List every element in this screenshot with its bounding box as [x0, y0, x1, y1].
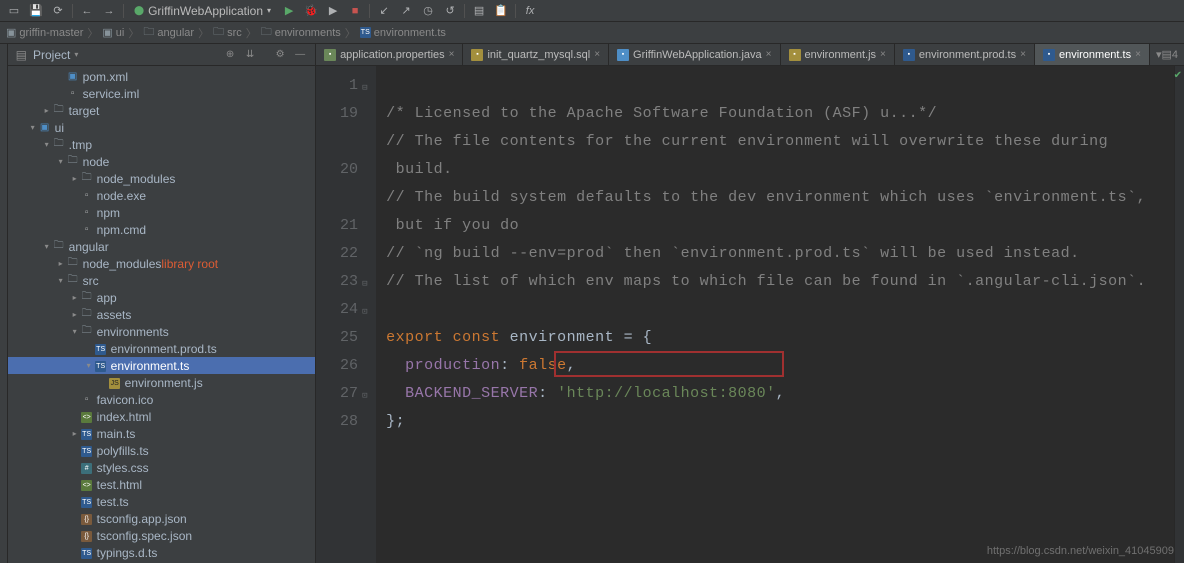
open-icon[interactable]: ▭ — [6, 3, 22, 19]
breadcrumb-item[interactable]: 🗀environments — [261, 23, 341, 42]
tree-row[interactable]: TSmain.ts — [8, 425, 315, 442]
project-panel-header: ▤ Project ⊕ ⇊ ⚙ — — [8, 44, 315, 66]
editor-tab[interactable]: ▪init_quartz_mysql.sql× — [463, 44, 609, 65]
left-tool-strip[interactable] — [0, 44, 8, 563]
close-tab-icon[interactable]: × — [594, 49, 600, 60]
tree-row[interactable]: ▣ui — [8, 119, 315, 136]
breadcrumb: ▣griffin-master 〉 ▣ui 〉 🗀angular 〉 🗀src … — [0, 22, 1184, 44]
sync-icon[interactable]: ⟳ — [50, 3, 66, 19]
tree-row[interactable]: 🗀src — [8, 272, 315, 289]
inspection-ok-icon: ✔ — [1174, 70, 1182, 81]
tree-row[interactable]: TSenvironment.ts — [8, 357, 315, 374]
tree-row[interactable]: {}tsconfig.app.json — [8, 510, 315, 527]
watermark-text: https://blog.csdn.net/weixin_41045909 — [987, 545, 1174, 557]
error-stripe[interactable]: ✔ — [1174, 66, 1184, 563]
tree-row[interactable]: 🗀assets — [8, 306, 315, 323]
gear-icon[interactable]: ⚙ — [273, 48, 287, 62]
tree-row[interactable]: 🗀node — [8, 153, 315, 170]
tree-row[interactable]: 🗀environments — [8, 323, 315, 340]
editor-tab[interactable]: ▪application.properties× — [316, 44, 463, 65]
tree-row[interactable]: 🗀node_modules library root — [8, 255, 315, 272]
editor-tab[interactable]: ▪environment.prod.ts× — [895, 44, 1035, 65]
project-view-dropdown[interactable]: Project — [33, 48, 78, 62]
coverage-icon[interactable]: ▶ — [325, 3, 341, 19]
tree-row[interactable]: {}tsconfig.spec.json — [8, 527, 315, 544]
line-number-gutter[interactable]: ⊟ ⊟ ⊡ ⊡ 119 20 2122232425262728 — [316, 66, 376, 563]
vcs-revert-icon[interactable]: ↺ — [442, 3, 458, 19]
close-tab-icon[interactable]: × — [766, 49, 772, 60]
tree-row[interactable]: 🗀angular — [8, 238, 315, 255]
tree-row[interactable]: 🗀app — [8, 289, 315, 306]
close-tab-icon[interactable]: × — [880, 49, 886, 60]
tree-row[interactable]: TStypings.d.ts — [8, 544, 315, 561]
save-icon[interactable]: 💾 — [28, 3, 44, 19]
debug-icon[interactable]: 🐞 — [303, 3, 319, 19]
tree-row[interactable]: <>test.html — [8, 476, 315, 493]
hide-panel-icon[interactable]: — — [293, 48, 307, 62]
breadcrumb-item[interactable]: ▣ui — [102, 26, 124, 39]
fx-icon[interactable]: fx — [522, 3, 538, 19]
close-tab-icon[interactable]: × — [449, 49, 455, 60]
tree-row[interactable]: ▫npm — [8, 204, 315, 221]
close-tab-icon[interactable]: × — [1135, 49, 1141, 60]
editor-tab[interactable]: ▪GriffinWebApplication.java× — [609, 44, 780, 65]
more-tabs-icon[interactable]: ▾▤4 — [1150, 44, 1184, 65]
vcs-update-icon[interactable]: ↙ — [376, 3, 392, 19]
tree-row[interactable]: 🗀.tmp — [8, 136, 315, 153]
tree-row[interactable]: ▫npm.cmd — [8, 221, 315, 238]
vcs-commit-icon[interactable]: ↗ — [398, 3, 414, 19]
run-icon[interactable]: ▶ — [281, 3, 297, 19]
tree-row[interactable]: 🗀node_modules — [8, 170, 315, 187]
scroll-from-source-icon[interactable]: ⊕ — [223, 48, 237, 62]
forward-icon[interactable]: → — [101, 3, 117, 19]
breadcrumb-item[interactable]: ▣griffin-master — [6, 26, 83, 39]
tree-row[interactable]: 🗀target — [8, 102, 315, 119]
editor-tab[interactable]: ▪environment.ts× — [1035, 44, 1150, 65]
tree-row[interactable]: #styles.css — [8, 459, 315, 476]
vcs-history-icon[interactable]: ◷ — [420, 3, 436, 19]
main-toolbar: ▭ 💾 ⟳ ← → ⬤ GriffinWebApplication ▶ 🐞 ▶ … — [0, 0, 1184, 22]
editor-area: ▪application.properties×▪init_quartz_mys… — [316, 44, 1184, 563]
close-tab-icon[interactable]: × — [1020, 49, 1026, 60]
editor-tab[interactable]: ▪environment.js× — [781, 44, 895, 65]
tree-row[interactable]: TSpolyfills.ts — [8, 442, 315, 459]
tree-row[interactable]: ▫favicon.ico — [8, 391, 315, 408]
run-config-dropdown[interactable]: ⬤ GriffinWebApplication — [130, 4, 275, 18]
paste-icon[interactable]: 📋 — [493, 3, 509, 19]
project-tree[interactable]: ▣pom.xml▫service.iml🗀target▣ui🗀.tmp🗀node… — [8, 66, 315, 563]
code-editor[interactable]: ⊟ ⊟ ⊡ ⊡ 119 20 2122232425262728 /* Licen… — [316, 66, 1184, 563]
tree-row[interactable]: ▫service.iml — [8, 85, 315, 102]
tree-row[interactable]: JSenvironment.js — [8, 374, 315, 391]
tree-row[interactable]: TSenvironment.prod.ts — [8, 340, 315, 357]
tree-row[interactable]: ▣pom.xml — [8, 68, 315, 85]
breadcrumb-item[interactable]: TSenvironment.ts — [360, 27, 446, 39]
back-icon[interactable]: ← — [79, 3, 95, 19]
stop-icon[interactable]: ■ — [347, 3, 363, 19]
tree-row[interactable]: <>index.html — [8, 408, 315, 425]
breadcrumb-item[interactable]: 🗀src — [213, 23, 242, 42]
tree-row[interactable]: TStest.ts — [8, 493, 315, 510]
tree-row[interactable]: ▫node.exe — [8, 187, 315, 204]
editor-tabs: ▪application.properties×▪init_quartz_mys… — [316, 44, 1184, 66]
breadcrumb-item[interactable]: 🗀angular — [143, 23, 194, 42]
project-panel: ▤ Project ⊕ ⇊ ⚙ — ▣pom.xml▫service.iml🗀t… — [8, 44, 316, 563]
collapse-all-icon[interactable]: ⇊ — [243, 48, 257, 62]
structure-icon[interactable]: ▤ — [471, 3, 487, 19]
code-content[interactable]: /* Licensed to the Apache Software Found… — [376, 66, 1174, 563]
